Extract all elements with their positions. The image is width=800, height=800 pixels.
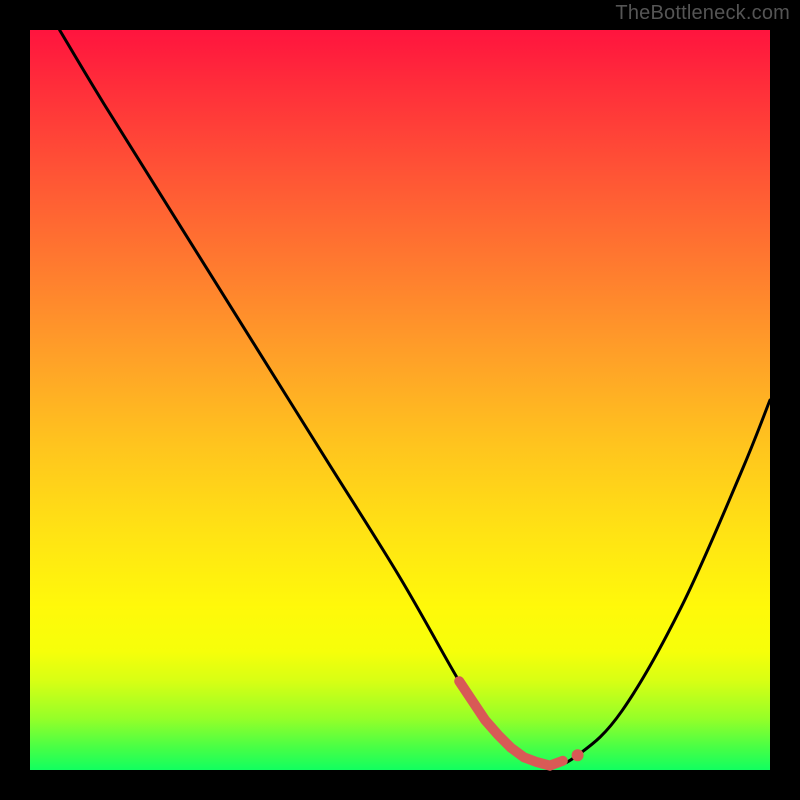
bottleneck-curve <box>60 30 770 766</box>
curve-layer <box>30 30 770 770</box>
plot-area <box>30 30 770 770</box>
optimal-range-segment <box>459 681 563 765</box>
watermark-text: TheBottleneck.com <box>615 2 790 25</box>
chart-frame: TheBottleneck.com <box>0 0 800 800</box>
optimal-range-endpoint <box>572 749 584 761</box>
